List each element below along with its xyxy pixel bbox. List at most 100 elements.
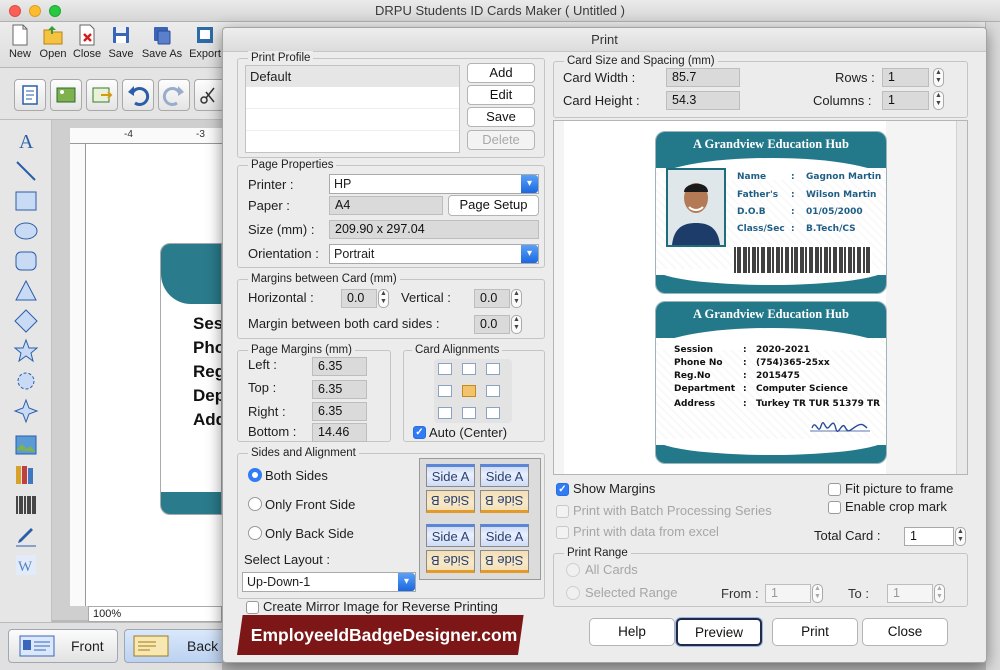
close-dialog-button[interactable]: Close (862, 618, 948, 646)
new-label: New (8, 48, 31, 60)
back-side-only-radio[interactable] (248, 526, 262, 540)
from-stepper[interactable]: ▲ ▼ (812, 584, 823, 603)
card-height-field[interactable]: 54.3 (666, 91, 740, 110)
auto-center-checkbox[interactable]: ✓ (413, 426, 426, 439)
preview-button[interactable]: Preview (676, 618, 762, 646)
from-field[interactable]: 1 (765, 584, 811, 603)
save-profile-button[interactable]: Save (467, 107, 535, 127)
vertical-stepper[interactable]: ▲ ▼ (511, 289, 522, 308)
page-setup-button[interactable]: Page Setup (448, 195, 539, 216)
help-button[interactable]: Help (589, 618, 675, 646)
to-field[interactable]: 1 (887, 584, 933, 603)
alignment-grid (434, 359, 512, 423)
show-margins-checkbox[interactable]: ✓ (556, 483, 569, 496)
cut-button[interactable] (194, 79, 222, 111)
fit-picture-checkbox[interactable] (828, 483, 841, 496)
crop-mark-checkbox[interactable] (828, 501, 841, 514)
rows-stepper[interactable]: ▲ ▼ (933, 68, 944, 87)
align-bottom-center[interactable] (462, 407, 476, 419)
columns-field[interactable]: 1 (882, 91, 929, 110)
card-width-field[interactable]: 85.7 (666, 68, 740, 87)
import-tool[interactable] (86, 79, 118, 111)
align-top-center[interactable] (462, 363, 476, 375)
zoom-level[interactable]: 100% (88, 606, 222, 622)
all-cards-radio[interactable] (566, 563, 580, 577)
horizontal-field[interactable]: 0.0 (341, 289, 377, 308)
front-tab[interactable]: Front (8, 629, 118, 663)
bottom-margin-field[interactable]: 14.46 (312, 423, 367, 442)
profile-list[interactable]: Default (245, 65, 460, 153)
save-as-button[interactable]: Save As (141, 24, 183, 60)
preview-scrollbar[interactable] (956, 121, 967, 474)
batch-processing-checkbox[interactable] (556, 505, 569, 518)
align-middle-left[interactable] (438, 385, 452, 397)
ellipse-tool[interactable] (13, 218, 39, 244)
field-label: D.O.B (737, 207, 766, 217)
orientation-select[interactable]: Portrait ▾ (329, 244, 539, 264)
edit-document-tool[interactable] (14, 79, 46, 111)
horizontal-stepper[interactable]: ▲ ▼ (378, 289, 389, 308)
columns-stepper[interactable]: ▲ ▼ (933, 91, 944, 110)
rectangle-tool[interactable] (13, 188, 39, 214)
card-design-back[interactable]: Sess Pho Reg Dep Add (160, 243, 222, 515)
excel-data-checkbox[interactable] (556, 526, 569, 539)
profile-item-default[interactable]: Default (246, 66, 459, 87)
top-margin-field[interactable]: 6.35 (312, 380, 367, 399)
barcode-icon (16, 496, 36, 514)
both-sides-margin-field[interactable]: 0.0 (474, 315, 510, 334)
open-button[interactable]: Open (35, 24, 71, 60)
align-center[interactable] (462, 385, 476, 397)
add-profile-button[interactable]: Add (467, 63, 535, 83)
align-bottom-right[interactable] (486, 407, 500, 419)
undo-button[interactable] (122, 79, 154, 111)
total-card-field[interactable]: 1 (904, 527, 954, 546)
right-margin-field[interactable]: 6.35 (312, 402, 367, 421)
total-card-stepper[interactable]: ▲ ▼ (955, 527, 966, 546)
signature-tool[interactable] (13, 522, 39, 548)
mirror-image-checkbox[interactable] (246, 601, 259, 614)
line-tool[interactable] (13, 158, 39, 184)
close-button[interactable]: Close (69, 24, 105, 60)
diamond-tool[interactable] (13, 308, 39, 334)
print-button[interactable]: Print (772, 618, 858, 646)
printer-select[interactable]: HP ▾ (329, 174, 539, 194)
front-side-only-radio[interactable] (248, 497, 262, 511)
image-tool[interactable] (50, 79, 82, 111)
back-tab[interactable]: Back (124, 629, 222, 663)
align-top-left[interactable] (438, 363, 452, 375)
rows-field[interactable]: 1 (882, 68, 929, 87)
to-stepper[interactable]: ▲ ▼ (934, 584, 945, 603)
selected-range-radio[interactable] (566, 586, 580, 600)
print-preview-area[interactable]: A Grandview Education Hub Name : Gagnon … (553, 120, 968, 475)
delete-profile-button[interactable]: Delete (467, 130, 535, 150)
rounded-rectangle-tool[interactable] (13, 248, 39, 274)
field-value: 2020-2021 (756, 345, 810, 355)
watermark-tool[interactable]: W (13, 552, 39, 578)
minimize-window-icon[interactable] (29, 5, 41, 17)
both-sides-margin-stepper[interactable]: ▲ ▼ (511, 315, 522, 334)
cross-star-tool[interactable] (13, 398, 39, 424)
export-button[interactable]: Export (186, 24, 224, 60)
layout-select[interactable]: Up-Down-1 ▾ (242, 572, 416, 592)
star-tool[interactable] (13, 338, 39, 364)
vertical-field[interactable]: 0.0 (474, 289, 510, 308)
image-insert-tool[interactable] (13, 432, 39, 458)
save-button[interactable]: Save (103, 24, 139, 60)
new-button[interactable]: New (2, 24, 38, 60)
left-margin-field[interactable]: 6.35 (312, 357, 367, 376)
burst-tool[interactable] (13, 368, 39, 394)
edit-profile-button[interactable]: Edit (467, 85, 535, 105)
barcode-tool[interactable] (13, 492, 39, 518)
field-colon: : (743, 345, 747, 355)
library-tool[interactable] (13, 462, 39, 488)
triangle-tool[interactable] (13, 278, 39, 304)
align-top-right[interactable] (486, 363, 500, 375)
close-window-icon[interactable] (9, 5, 21, 17)
redo-button[interactable] (158, 79, 190, 111)
align-middle-right[interactable] (486, 385, 500, 397)
total-card-label: Total Card : (814, 528, 881, 543)
both-sides-radio[interactable] (248, 468, 262, 482)
text-tool[interactable]: A (13, 128, 39, 154)
align-bottom-left[interactable] (438, 407, 452, 419)
zoom-window-icon[interactable] (49, 5, 61, 17)
